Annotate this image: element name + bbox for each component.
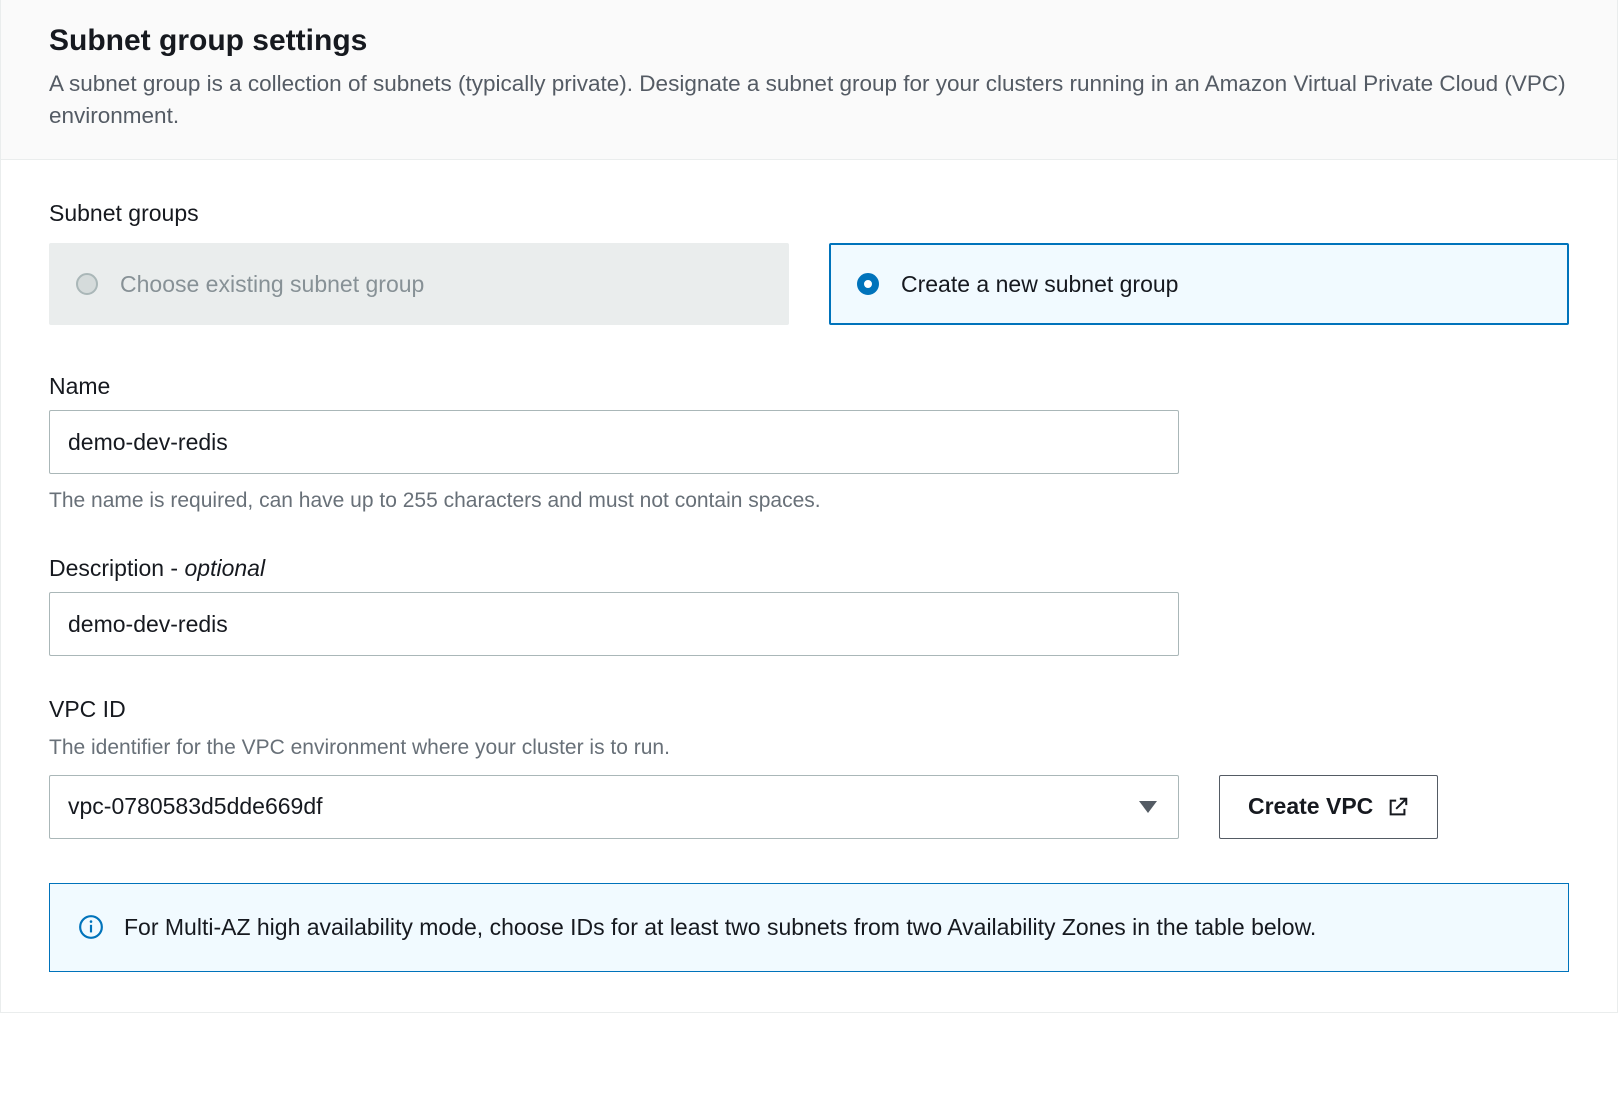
create-vpc-button-label: Create VPC [1248,793,1373,820]
vpc-id-selected-value: vpc-0780583d5dde669df [68,793,323,820]
radio-label: Create a new subnet group [901,271,1178,298]
panel-title: Subnet group settings [49,24,1569,58]
subnet-group-settings-panel: Subnet group settings A subnet group is … [0,0,1618,1013]
vpc-field-group: VPC ID The identifier for the VPC enviro… [49,696,1569,838]
description-label-sep: - [164,555,184,581]
description-label-optional: optional [185,555,266,581]
description-input[interactable] [49,592,1179,656]
name-label: Name [49,373,1569,400]
vpc-id-hint: The identifier for the VPC environment w… [49,733,1569,762]
radio-icon [857,273,879,295]
multi-az-info-text: For Multi-AZ high availability mode, cho… [124,910,1316,946]
vpc-row: vpc-0780583d5dde669df Create VPC [49,775,1569,839]
description-label-main: Description [49,555,164,581]
name-hint: The name is required, can have up to 255… [49,486,1569,515]
vpc-select-wrap: vpc-0780583d5dde669df [49,775,1179,839]
name-input[interactable] [49,410,1179,474]
description-label: Description - optional [49,555,1569,582]
radio-icon [76,273,98,295]
description-field-group: Description - optional [49,555,1569,656]
subnet-groups-label: Subnet groups [49,200,1569,227]
radio-choose-existing-subnet-group: Choose existing subnet group [49,243,789,325]
vpc-id-label: VPC ID [49,696,1569,723]
multi-az-info-box: For Multi-AZ high availability mode, cho… [49,883,1569,973]
subnet-groups-radio-row: Choose existing subnet group Create a ne… [49,243,1569,325]
panel-subtitle: A subnet group is a collection of subnet… [49,68,1569,131]
name-field-group: Name The name is required, can have up t… [49,373,1569,515]
panel-body: Subnet groups Choose existing subnet gro… [1,160,1617,1012]
vpc-id-select[interactable]: vpc-0780583d5dde669df [49,775,1179,839]
radio-create-new-subnet-group[interactable]: Create a new subnet group [829,243,1569,325]
create-vpc-button[interactable]: Create VPC [1219,775,1438,839]
info-icon [78,914,104,940]
external-link-icon [1387,796,1409,818]
radio-label: Choose existing subnet group [120,271,424,298]
panel-header: Subnet group settings A subnet group is … [1,0,1617,160]
